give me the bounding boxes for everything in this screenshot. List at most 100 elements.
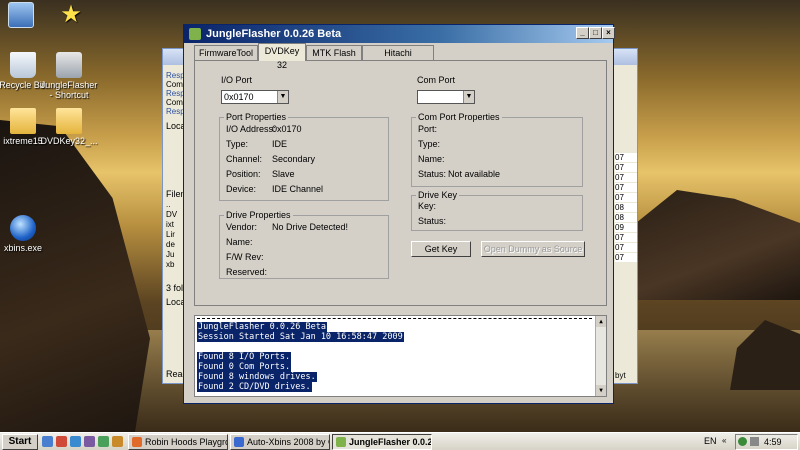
window-title: JungleFlasher 0.0.26 Beta [206,28,342,40]
type-value: IDE [272,139,288,149]
tab-hitachi-gdr3120[interactable]: Hitachi GDR3120 [362,45,434,72]
taskbar-item-auto-xbins[interactable]: Auto-Xbins 2008 by Grou... [230,434,330,450]
start-button[interactable]: Start [2,434,38,450]
show-desktop-icon[interactable] [42,436,53,447]
bg-right-value: 07 [615,183,637,192]
fw-rev-label: F/W Rev: [226,252,264,262]
channel-label: Channel: [226,154,263,164]
close-button[interactable]: × [602,27,615,39]
language-indicator[interactable]: EN [704,436,717,446]
taskbar: Start Robin Hoods Playground ... Auto-Xb… [0,432,800,450]
star-icon: ★ [60,1,82,28]
window-titlebar[interactable]: JungleFlasher 0.0.26 Beta _ □ × [184,25,615,43]
app-icon [336,437,346,447]
volume-icon[interactable] [750,437,759,446]
device-label: Device: [226,184,257,194]
bg-file-item[interactable]: de [166,240,175,249]
device-value: IDE Channel [272,184,324,194]
bg-file-item[interactable]: .. [166,200,170,209]
log-scrollbar[interactable]: ▲ ▼ [595,316,606,396]
io-port-select[interactable]: 0x0170 ▼ [221,90,289,104]
quicklaunch-icon[interactable] [56,436,67,447]
computer-icon [8,2,34,28]
browser-icon[interactable] [70,436,81,447]
wallpaper-rock [636,190,800,300]
bg-right-value: 07 [615,193,637,202]
log-line: Found 0 Com Ports. [197,362,292,372]
desktop-icon-jungleflasher[interactable]: JungleFlasher - Shortcut [38,52,100,100]
wallpaper-rock [0,120,150,432]
reserved-label: Reserved: [226,267,268,277]
tab-mtkflash32[interactable]: MTK Flash 32 [306,45,362,72]
io-address-value: 0x0170 [272,124,302,134]
bg-right-value: 08 [615,203,637,212]
quicklaunch-icon[interactable] [84,436,95,447]
chevron-down-icon[interactable]: ▼ [463,91,474,103]
app-icon [132,437,142,447]
tab-dvdkey32[interactable]: DVDKey 32 [258,43,306,70]
get-key-button[interactable]: Get Key [411,241,471,257]
bg-right-value: 07 [615,253,637,262]
com-port-properties-group: Com Port Properties Port: Type: Name: St… [411,112,583,187]
desktop-icon-xbins[interactable]: xbins.exe [0,215,54,253]
quicklaunch-icon[interactable] [98,436,109,447]
bg-right-value: 07 [615,163,637,172]
bg-file-item[interactable]: xb [166,260,174,269]
drive-key-title: Drive Key [416,190,460,200]
com-port-label: Com Port [417,75,456,85]
scroll-down-icon[interactable]: ▼ [596,385,606,396]
com-name-label: Name: [418,154,445,164]
dvdkey-panel: I/O Port 0x0170 ▼ Com Port ▼ Port Proper… [194,60,607,306]
recycle-bin-icon [10,52,36,78]
io-address-label: I/O Address: [226,124,276,134]
port-properties-group: Port Properties I/O Address: 0x0170 Type… [219,112,389,201]
com-port-select[interactable]: ▼ [417,90,475,104]
bg-right-value: 07 [615,243,637,252]
bg-file-item[interactable]: Ju [166,250,174,259]
globe-icon [10,215,36,241]
bg-file-item[interactable]: Lir [166,230,175,239]
key-label: Key: [418,201,437,211]
channel-value: Secondary [272,154,316,164]
system-tray: 4:59 PM [735,434,798,450]
log-line: Found 8 I/O Ports. [197,352,292,362]
desktop-icon-favorites[interactable]: ★ [40,2,102,30]
tray-expand-icon[interactable]: « [722,436,726,445]
io-port-value: 0x0170 [224,92,254,102]
jungleflasher-window[interactable]: JungleFlasher 0.0.26 Beta _ □ × Firmware… [183,24,615,404]
bg-right-value: 07 [615,173,637,182]
log-divider [197,318,592,319]
com-port-properties-title: Com Port Properties [416,112,502,122]
bg-right-value: 08 [615,213,637,222]
network-icon[interactable] [738,437,747,446]
bg-right-suffix: byt [615,371,626,380]
open-dummy-source-button[interactable]: Open Dummy as Source [481,241,585,257]
com-status-label: Status: [418,169,447,179]
clock[interactable]: 4:59 PM [764,435,797,450]
port-properties-title: Port Properties [224,112,289,122]
bg-file-item[interactable]: DV [166,210,177,219]
bg-file-item[interactable]: ixt [166,220,174,229]
quicklaunch-icon[interactable] [112,436,123,447]
tab-firmwaretool32[interactable]: FirmwareTool 32 [194,45,258,72]
taskbar-item-robin-hoods[interactable]: Robin Hoods Playground ... [128,434,228,450]
vendor-label: Vendor: [226,222,258,232]
shortcut-icon [56,52,82,78]
chevron-down-icon[interactable]: ▼ [277,91,288,103]
taskbar-item-jungleflasher[interactable]: JungleFlasher 0.0.26 ... [332,434,432,450]
com-type-label: Type: [418,139,441,149]
log-line: Session Started Sat Jan 10 16:58:47 2009 [197,332,404,342]
desktop: ★ Recycle Bin JungleFlasher - Shortcut i… [0,0,800,432]
log-output[interactable]: JungleFlasher 0.0.26 Beta Session Starte… [194,315,607,397]
bg-right-value: 07 [615,233,637,242]
position-value: Slave [272,169,295,179]
folder-icon [56,108,82,134]
scroll-up-icon[interactable]: ▲ [596,316,606,327]
folder-icon [10,108,36,134]
maximize-button[interactable]: □ [589,27,602,39]
log-line: Found 2 CD/DVD drives. [197,382,312,392]
app-icon [234,437,244,447]
name-label: Name: [226,237,253,247]
desktop-icon-dvdkey32[interactable]: DVDKey32_... [38,108,100,146]
minimize-button[interactable]: _ [576,27,589,39]
